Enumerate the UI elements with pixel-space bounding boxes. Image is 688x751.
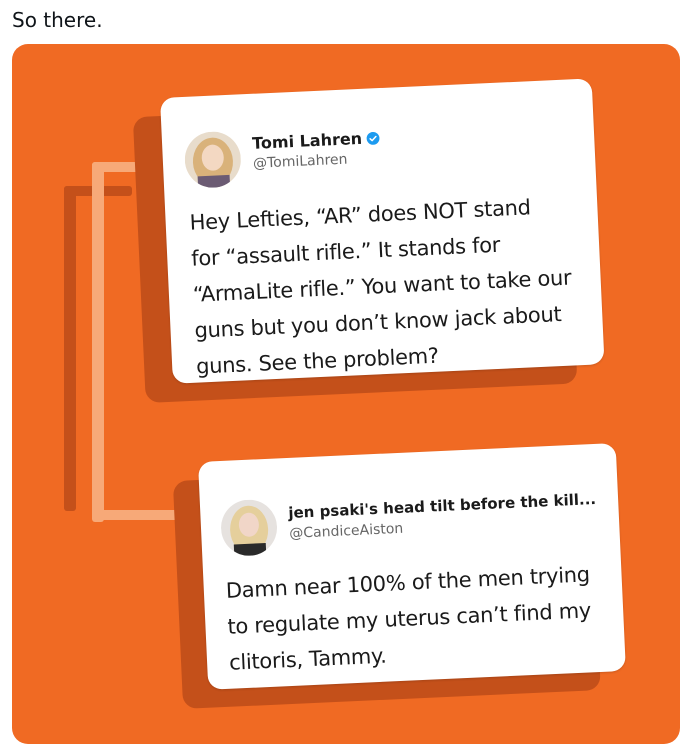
tweet-author-handle: @TomiLahren bbox=[252, 151, 348, 172]
post-image[interactable]: Tomi Lahren @TomiLahren Hey Lefties, “AR… bbox=[12, 44, 680, 744]
profile-photo-icon bbox=[219, 498, 279, 557]
post-caption: So there. bbox=[12, 8, 103, 32]
tweet-card: jen psaki's head tilt before the kill...… bbox=[198, 443, 626, 690]
connector-line-dark bbox=[64, 186, 76, 511]
tweet-author-name: Tomi Lahren bbox=[252, 128, 381, 153]
verified-badge-icon bbox=[366, 131, 380, 145]
avatar bbox=[219, 498, 279, 557]
avatar bbox=[183, 130, 243, 189]
tweet-body: Hey Lefties, “AR” does NOT stand for “as… bbox=[189, 188, 576, 385]
tweet-author-handle: @CandiceAiston bbox=[288, 520, 404, 542]
author-name-text: Tomi Lahren bbox=[251, 128, 363, 153]
tweet-body: Damn near 100% of the men trying to regu… bbox=[225, 556, 594, 680]
profile-photo-icon bbox=[183, 130, 243, 189]
tweet-author-name: jen psaki's head tilt before the kill... bbox=[287, 489, 597, 522]
connector-line-light bbox=[92, 162, 104, 522]
tweet-card: Tomi Lahren @TomiLahren Hey Lefties, “AR… bbox=[160, 78, 605, 385]
